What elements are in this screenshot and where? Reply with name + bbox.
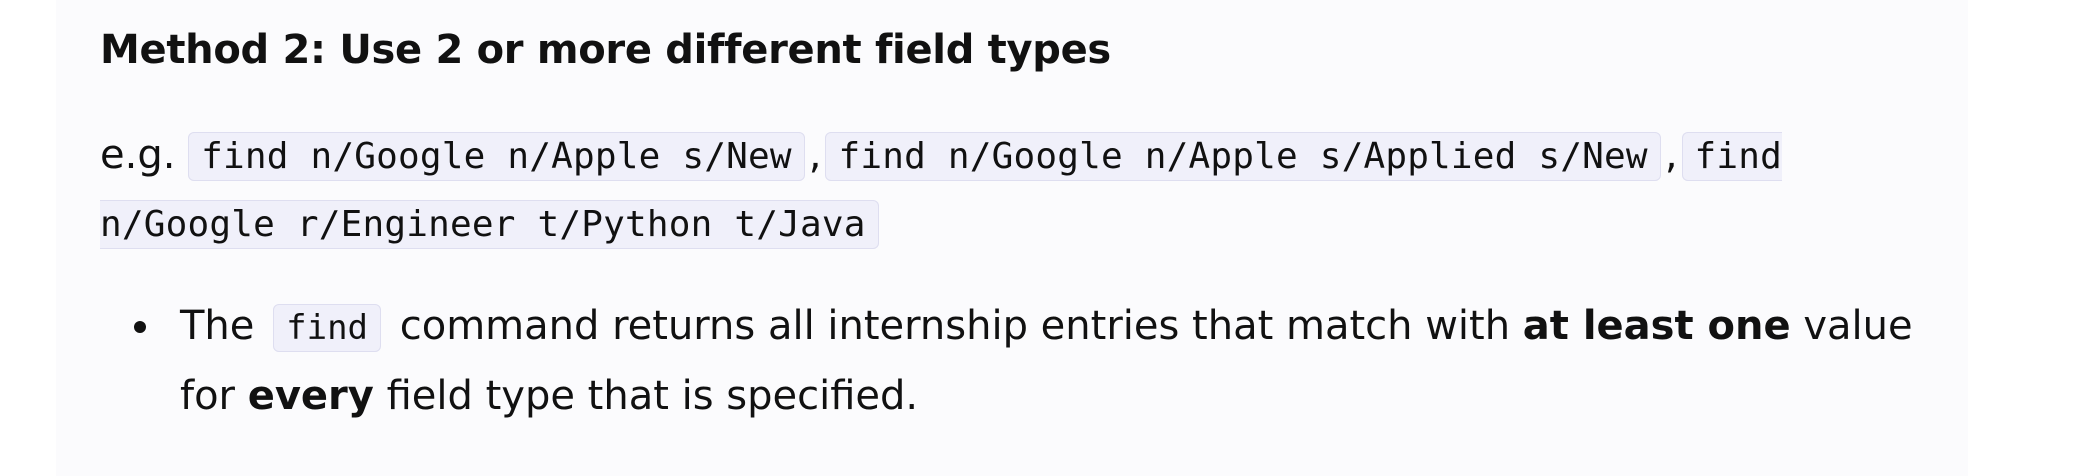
example-separator: , xyxy=(1664,132,1678,178)
example-command-2: find n/Google n/Apple s/Applied s/New xyxy=(825,132,1661,181)
section-heading: Method 2: Use 2 or more different field … xyxy=(100,27,1111,73)
content-panel: Method 2: Use 2 or more different field … xyxy=(56,0,1968,476)
example-paragraph: e.g. find n/Google n/Apple s/New, find n/… xyxy=(100,122,1900,258)
bullet-list: The find command returns all internship … xyxy=(100,292,1920,430)
bold-text: at least one xyxy=(1522,303,1791,349)
bullet-point-icon xyxy=(134,321,146,333)
bullet-text: The xyxy=(180,303,255,349)
example-prefix: e.g. xyxy=(100,132,176,178)
bullet-text: field type that is specified. xyxy=(386,373,919,419)
example-separator: , xyxy=(808,132,822,178)
bold-text: every xyxy=(247,373,374,419)
inline-code-find: find xyxy=(273,304,382,352)
bullet-text: command returns all internship entries t… xyxy=(399,303,1511,349)
example-command-1: find n/Google n/Apple s/New xyxy=(188,132,805,181)
list-item: The find command returns all internship … xyxy=(100,292,1920,430)
